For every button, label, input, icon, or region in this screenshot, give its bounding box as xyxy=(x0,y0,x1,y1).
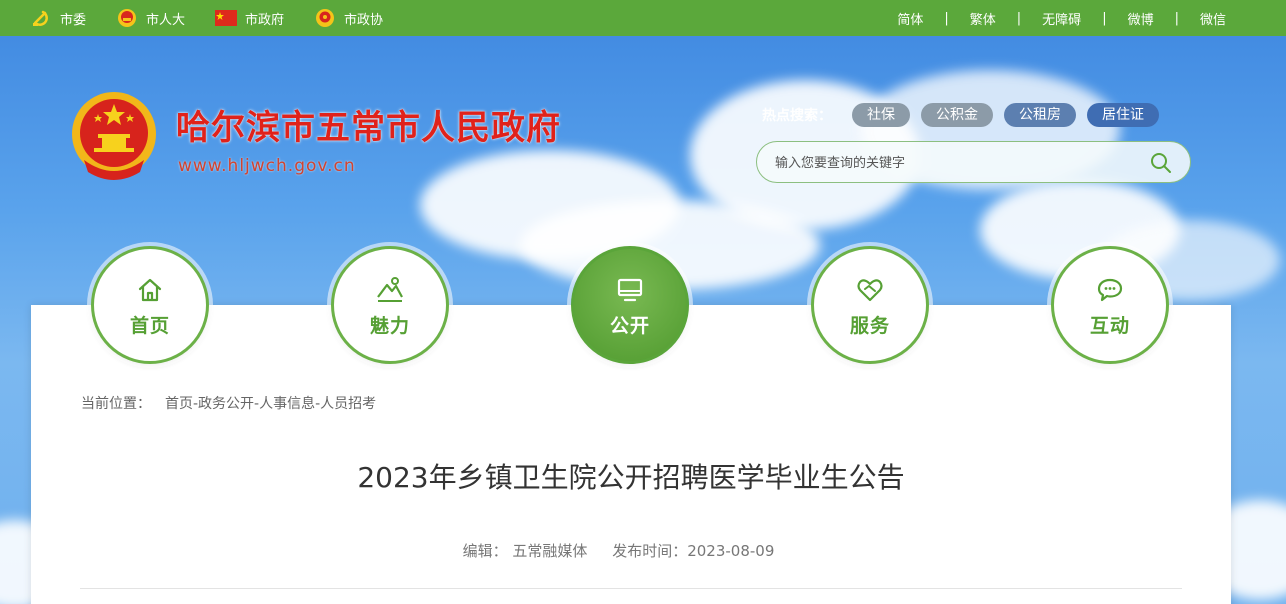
home-icon xyxy=(135,275,165,305)
hot-tag-public-rental[interactable]: 公租房 xyxy=(1004,103,1076,127)
breadcrumb-path[interactable]: 首页-政务公开-人事信息-人员招考 xyxy=(165,396,376,412)
separator: | xyxy=(944,10,949,26)
topbar-link-npc[interactable]: 市人大 xyxy=(116,8,185,28)
topbar-link-label: 市委 xyxy=(60,12,87,28)
site-url: www.hljwch.gov.cn xyxy=(178,156,356,176)
topbar-link-government[interactable]: 市政府 xyxy=(215,8,284,28)
article-meta: 编辑： 五常融媒体 发布时间：2023-08-09 xyxy=(0,540,1237,561)
hot-tag-social-security[interactable]: 社保 xyxy=(852,103,910,127)
search-box xyxy=(756,141,1191,183)
separator: | xyxy=(1016,10,1022,26)
simplified-chinese-link[interactable]: 简体 xyxy=(897,9,923,28)
article-editor: 编辑： 五常融媒体 xyxy=(462,542,588,560)
nav-label: 互动 xyxy=(1089,314,1130,337)
accessibility-link[interactable]: 无障碍 xyxy=(1042,9,1081,28)
nav-service[interactable]: 服务 xyxy=(811,246,929,364)
traditional-chinese-link[interactable]: 繁体 xyxy=(970,9,996,28)
search-input[interactable] xyxy=(775,152,1135,174)
topbar-link-label: 市人大 xyxy=(146,12,186,28)
national-emblem-icon xyxy=(116,8,138,28)
separator: | xyxy=(1102,10,1107,26)
breadcrumb-label: 当前位置： xyxy=(81,396,151,412)
hot-tag-housing-fund[interactable]: 公积金 xyxy=(921,103,993,127)
hot-search-label: 热点搜索： xyxy=(762,108,832,124)
nav-public[interactable]: 公开 xyxy=(571,246,689,364)
topbar-link-cppcc[interactable]: 市政协 xyxy=(314,8,383,28)
nav-label: 魅力 xyxy=(369,314,410,337)
site-title: 哈尔滨市五常市人民政府 xyxy=(176,108,561,148)
wechat-link[interactable]: 微信 xyxy=(1200,9,1226,28)
topbar-link-label: 市政府 xyxy=(245,12,285,28)
nav-interact[interactable]: 互动 xyxy=(1051,246,1169,364)
landscape-icon xyxy=(375,275,405,305)
search-icon[interactable] xyxy=(1150,152,1172,174)
breadcrumb: 当前位置： 首页-政务公开-人事信息-人员招考 xyxy=(81,393,376,413)
monitor-icon xyxy=(615,275,645,305)
national-emblem-logo[interactable] xyxy=(70,90,158,184)
nav-label: 服务 xyxy=(849,314,890,337)
topbar-link-party[interactable]: 市委 xyxy=(30,8,86,28)
article-title: 2023年乡镇卫生院公开招聘医学毕业生公告 xyxy=(357,461,905,494)
party-emblem-icon xyxy=(30,8,52,28)
nav-label: 公开 xyxy=(609,314,650,337)
weibo-link[interactable]: 微博 xyxy=(1128,9,1154,28)
nav-charm[interactable]: 魅力 xyxy=(331,246,449,364)
heart-service-icon xyxy=(855,275,885,305)
hot-tag-residence-permit[interactable]: 居住证 xyxy=(1087,103,1159,127)
nav-label: 首页 xyxy=(129,314,170,337)
chat-icon xyxy=(1095,275,1125,305)
top-bar: 市委 市人大 市政府 市政协 简体 | 繁体 | 无障碍 | 微博 | 微信 xyxy=(0,0,1286,36)
nav-home[interactable]: 首页 xyxy=(91,246,209,364)
topbar-link-label: 市政协 xyxy=(344,12,384,28)
hot-search: 热点搜索： 社保 公积金 公租房 居住证 xyxy=(762,103,1170,127)
national-flag-icon xyxy=(215,8,238,28)
cppcc-emblem-icon xyxy=(314,8,336,28)
article-date: 发布时间：2023-08-09 xyxy=(612,542,775,560)
separator: | xyxy=(1174,10,1179,26)
divider xyxy=(80,588,1182,589)
